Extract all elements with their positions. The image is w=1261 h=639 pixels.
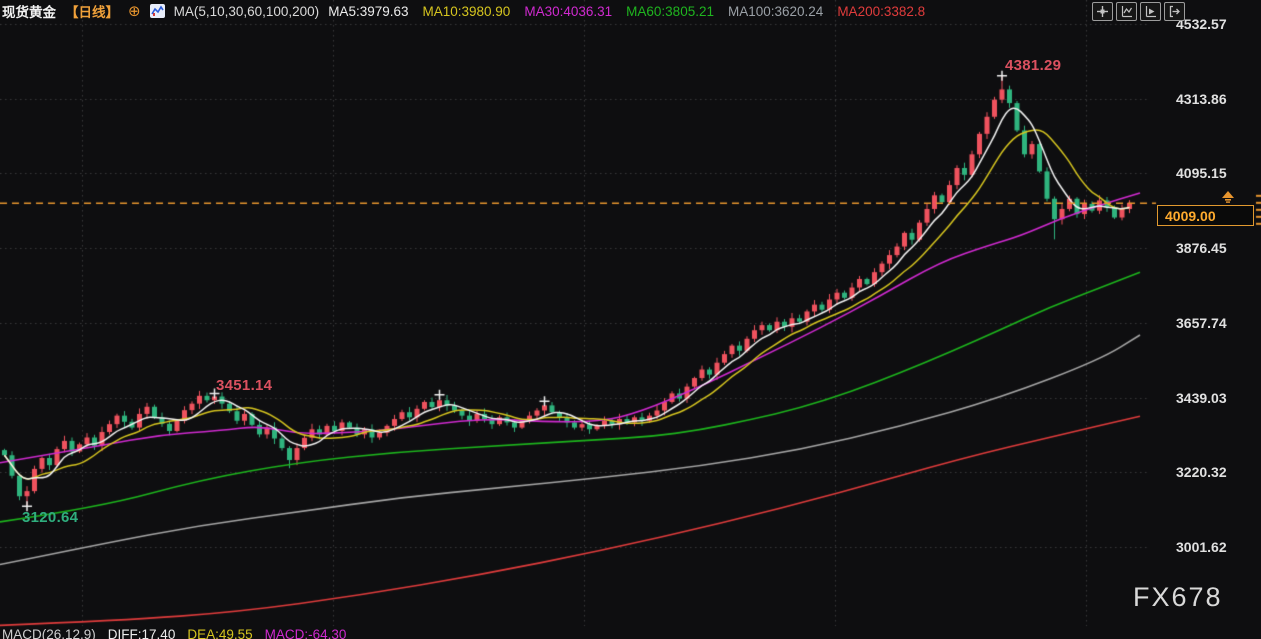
macd-segment-0: MACD(26,12,9) [2, 627, 96, 639]
macd-segment-2: DEA:49.55 [187, 627, 253, 639]
axis-label-3001.62: 3001.62 [1176, 538, 1227, 555]
axis-label-3876.45: 3876.45 [1176, 240, 1227, 257]
macd-segment-1: DIFF:17.40 [107, 627, 176, 639]
fx678-watermark: FX678 [1133, 582, 1223, 612]
last-price-tag: 4009.00 [1157, 204, 1254, 226]
ma-value-5: MA200:3382.8 [837, 3, 926, 19]
ma-value-2: MA30:4036.31 [524, 3, 613, 19]
macd-segment-3: MACD:-64.30 [264, 627, 347, 639]
ma-values: MA5:3979.63 MA10:3980.90 MA30:4036.31 MA60:… [328, 4, 925, 19]
macd-indicator-row: MACD(26,12,9) DIFF:17.40 DEA:49.55 MACD:-64… [2, 627, 346, 639]
circle-plus-icon[interactable]: ⊕ [128, 4, 141, 19]
candlestick-chart-canvas[interactable] [0, 0, 1261, 639]
axis-label-4095.15: 4095.15 [1176, 165, 1227, 182]
annotation-3451.14: 3451.14 [216, 377, 273, 394]
ma-value-4: MA100:3620.24 [727, 3, 824, 19]
annotation-4381.29: 4381.29 [1005, 57, 1062, 74]
ma-value-0: MA5:3979.63 [328, 3, 409, 19]
axis-label-4532.57: 4532.57 [1176, 15, 1227, 32]
axis-label-4313.86: 4313.86 [1176, 90, 1227, 107]
chart-play-icon[interactable] [1140, 2, 1161, 21]
axis-label-3220.32: 3220.32 [1176, 464, 1227, 481]
axis-label-3657.74: 3657.74 [1176, 314, 1227, 331]
annotation-3120.64: 3120.64 [22, 509, 79, 526]
ma-value-1: MA10:3980.90 [422, 3, 511, 19]
indicator-chart-icon[interactable] [149, 4, 165, 18]
move-crosshair-icon[interactable] [1092, 2, 1113, 21]
period-label: 【日线】 [65, 5, 119, 20]
chart-header: 现货黄金 【日线】 ⊕ MA(5,10,30,60,100,200) MA5:3… [2, 2, 925, 21]
chart-toolbar [1092, 2, 1185, 21]
ma-group-label: MA(5,10,30,60,100,200) [173, 3, 320, 19]
axis-label-3439.03: 3439.03 [1176, 389, 1227, 406]
trading-chart-window: { "header": { "symbol": "现货黄金", "period"… [0, 0, 1261, 639]
symbol-name: 现货黄金 [2, 5, 56, 20]
chart-axis-left-icon[interactable] [1116, 2, 1137, 21]
ma-value-3: MA60:3805.21 [626, 3, 714, 19]
price-up-arrow-icon [1219, 190, 1237, 208]
exit-right-icon[interactable] [1164, 2, 1185, 21]
